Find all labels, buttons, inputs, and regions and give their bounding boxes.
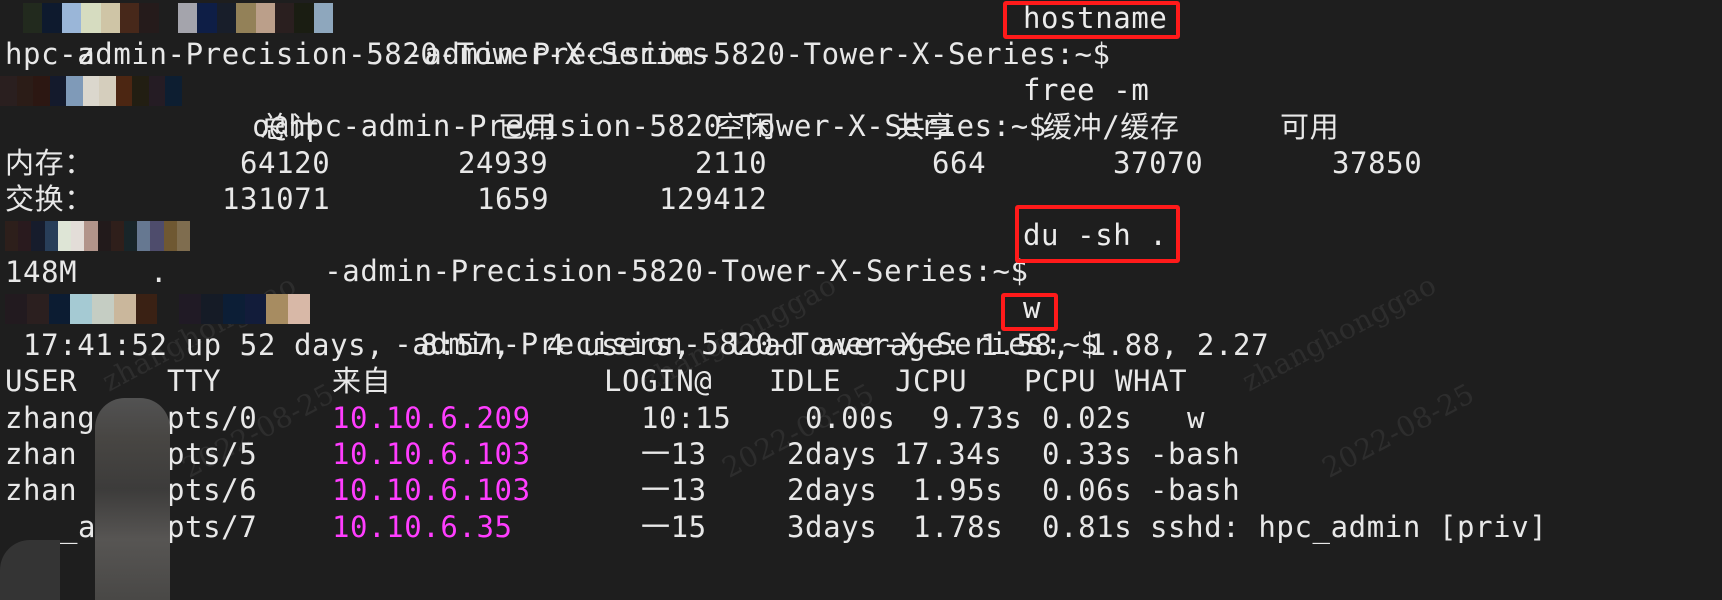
free-swap-used: 1659 [477,182,550,216]
w-header-from: 来自 [332,364,392,398]
w-row-login: 10:15 [641,401,732,435]
command-w: w [1023,291,1042,325]
free-row-label-mem: 内存： [5,146,94,180]
command-hostname: hostname [1023,1,1168,35]
w-row-idle: 0.00s [805,401,896,435]
free-mem-free: 2110 [695,146,768,180]
w-header-user: USER [5,364,78,398]
redacted-username [0,76,183,106]
w-header-jcpu: JCPU [895,364,968,398]
free-mem-available: 37850 [1332,146,1423,180]
w-row-login: 一13 [641,437,707,471]
w-row-from-ip: 10.10.6.35 [332,510,513,544]
w-row-login: 一15 [641,510,707,544]
watermark-date: 2022-08-25 [1316,376,1480,485]
hostname-output: hpc-admin-Precision-5820-Tower-X-Series [5,37,710,71]
w-summary: 17:41:52 up 52 days, 8:57, 4 users, load… [5,328,1270,362]
w-header-idle: IDLE [769,364,842,398]
w-header-tty: TTY [167,364,222,398]
w-row-what: -bash [1150,437,1241,471]
prompt-host-path: -admin-Precision-5820-Tower-X-Series:~$ [394,327,1099,361]
w-row-tty: pts/6 [167,473,258,507]
free-mem-buff-cache: 37070 [1113,146,1204,180]
free-mem-total: 64120 [240,146,331,180]
w-row-idle: 3days [787,510,878,544]
free-row-label-swap: 交换： [5,182,94,216]
w-row-what: -bash [1150,473,1241,507]
w-header-pcpu: PCPU [1024,364,1097,398]
w-row-login: 一13 [641,473,707,507]
free-header-available: 可用 [1280,110,1340,144]
free-swap-total: 131071 [222,182,331,216]
w-row-tty: pts/0 [167,401,258,435]
w-row-user: zhang [5,401,96,435]
w-row-idle: 2days [787,473,878,507]
w-row-what: w [1187,401,1206,435]
w-header-what: WHAT [1115,364,1188,398]
command-free: free -m [1023,73,1150,107]
w-row-pcpu: 0.81s [1042,510,1133,544]
w-row-idle: 2days [787,437,878,471]
redacted-username [5,294,310,324]
w-row-from-ip: 10.10.6.103 [332,473,531,507]
w-row-user: zhan [5,473,78,507]
terminal-window[interactable]: zhanghonggao 2022-08-25 zhanghonggao 202… [0,0,1722,600]
w-row-pcpu: 0.02s [1042,401,1133,435]
w-row-pcpu: 0.06s [1042,473,1133,507]
redacted-username [5,221,191,251]
free-header-used: 已用 [498,110,558,144]
free-header-buff-cache: 缓冲/缓存 [1043,110,1180,144]
prompt-host-path: -admin-Precision-5820-Tower-X-Series:~$ [406,37,1111,71]
free-mem-shared: 664 [932,146,987,180]
redacted-username [23,3,333,33]
w-header-login: LOGIN@ [604,364,713,398]
w-row-jcpu: 9.73s [932,401,1023,435]
command-du: du -sh . [1023,218,1168,252]
free-mem-used: 24939 [458,146,549,180]
w-row-from-ip: 10.10.6.103 [332,437,531,471]
free-header-total: 总计 [260,110,320,144]
w-row-user: _a [60,510,97,544]
du-output-size: 148M [5,255,78,289]
w-row-tty: pts/5 [167,437,258,471]
w-row-what: sshd: hpc_admin [priv] [1150,510,1548,544]
w-row-jcpu: 17.34s [894,437,1003,471]
prompt-host-path: -admin-Precision-5820-Tower-X-Series:~$ [324,254,1029,288]
redacted-user-column [0,540,60,600]
free-header-free: 空闲 [716,110,776,144]
prompt-host-path: o@hpc-admin-Precision-5820-Tower-X-Serie… [252,109,1047,143]
free-swap-free: 129412 [659,182,768,216]
w-row-from-ip: 10.10.6.209 [332,401,531,435]
w-row-pcpu: 0.33s [1042,437,1133,471]
du-output-path: . [150,255,169,289]
w-row-jcpu: 1.78s [913,510,1004,544]
free-header-shared: 共享 [896,110,956,144]
redacted-user-column [95,398,170,600]
w-row-jcpu: 1.95s [913,473,1004,507]
w-row-user: zhan [5,437,78,471]
w-row-tty: pts/7 [167,510,258,544]
